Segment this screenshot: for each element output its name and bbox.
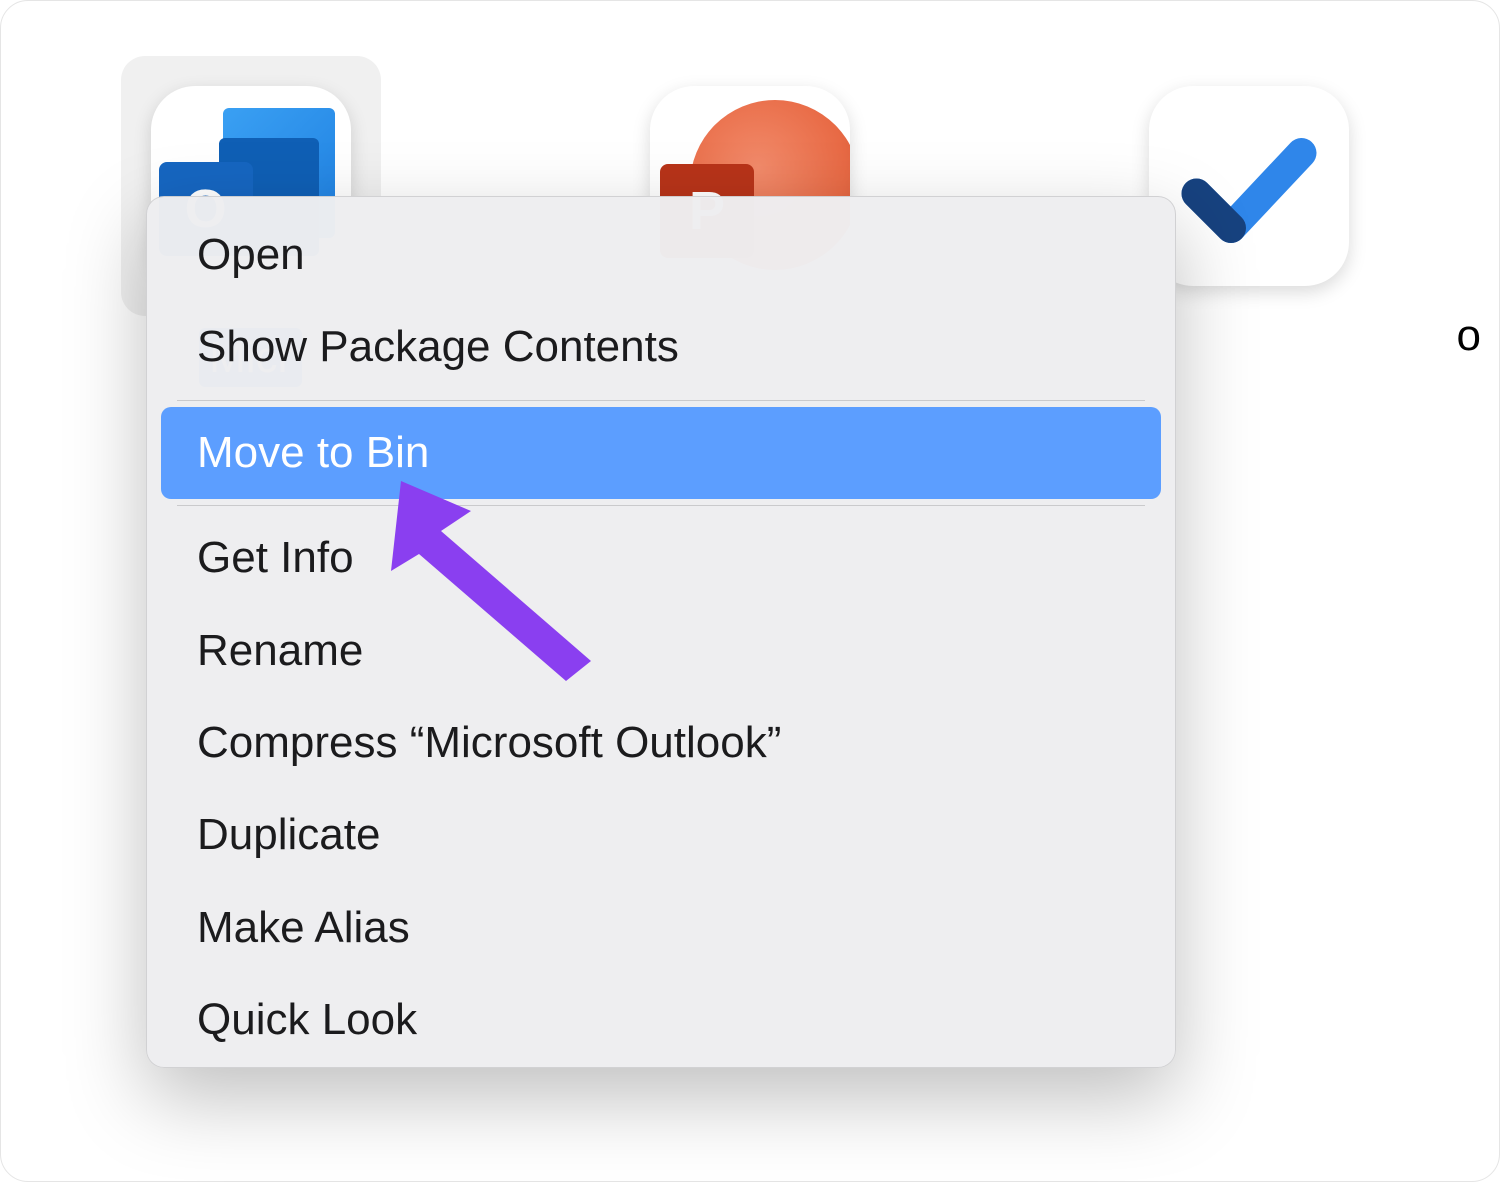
menu-separator — [177, 505, 1145, 506]
menu-item-rename[interactable]: Rename — [161, 605, 1161, 697]
menu-item-compress[interactable]: Compress “Microsoft Outlook” — [161, 697, 1161, 789]
menu-item-move-to-bin[interactable]: Move to Bin — [161, 407, 1161, 499]
menu-item-duplicate[interactable]: Duplicate — [161, 789, 1161, 881]
menu-item-show-package-contents[interactable]: Show Package Contents — [161, 301, 1161, 393]
menu-item-get-info[interactable]: Get Info — [161, 512, 1161, 604]
context-menu: Open Show Package Contents Move to Bin G… — [146, 196, 1176, 1068]
menu-item-quick-look[interactable]: Quick Look — [161, 974, 1161, 1066]
menu-separator — [177, 400, 1145, 401]
menu-item-make-alias[interactable]: Make Alias — [161, 882, 1161, 974]
todo-check-icon — [1174, 111, 1324, 261]
menu-item-open[interactable]: Open — [161, 209, 1161, 301]
truncated-label-fragment: o — [1457, 311, 1481, 361]
